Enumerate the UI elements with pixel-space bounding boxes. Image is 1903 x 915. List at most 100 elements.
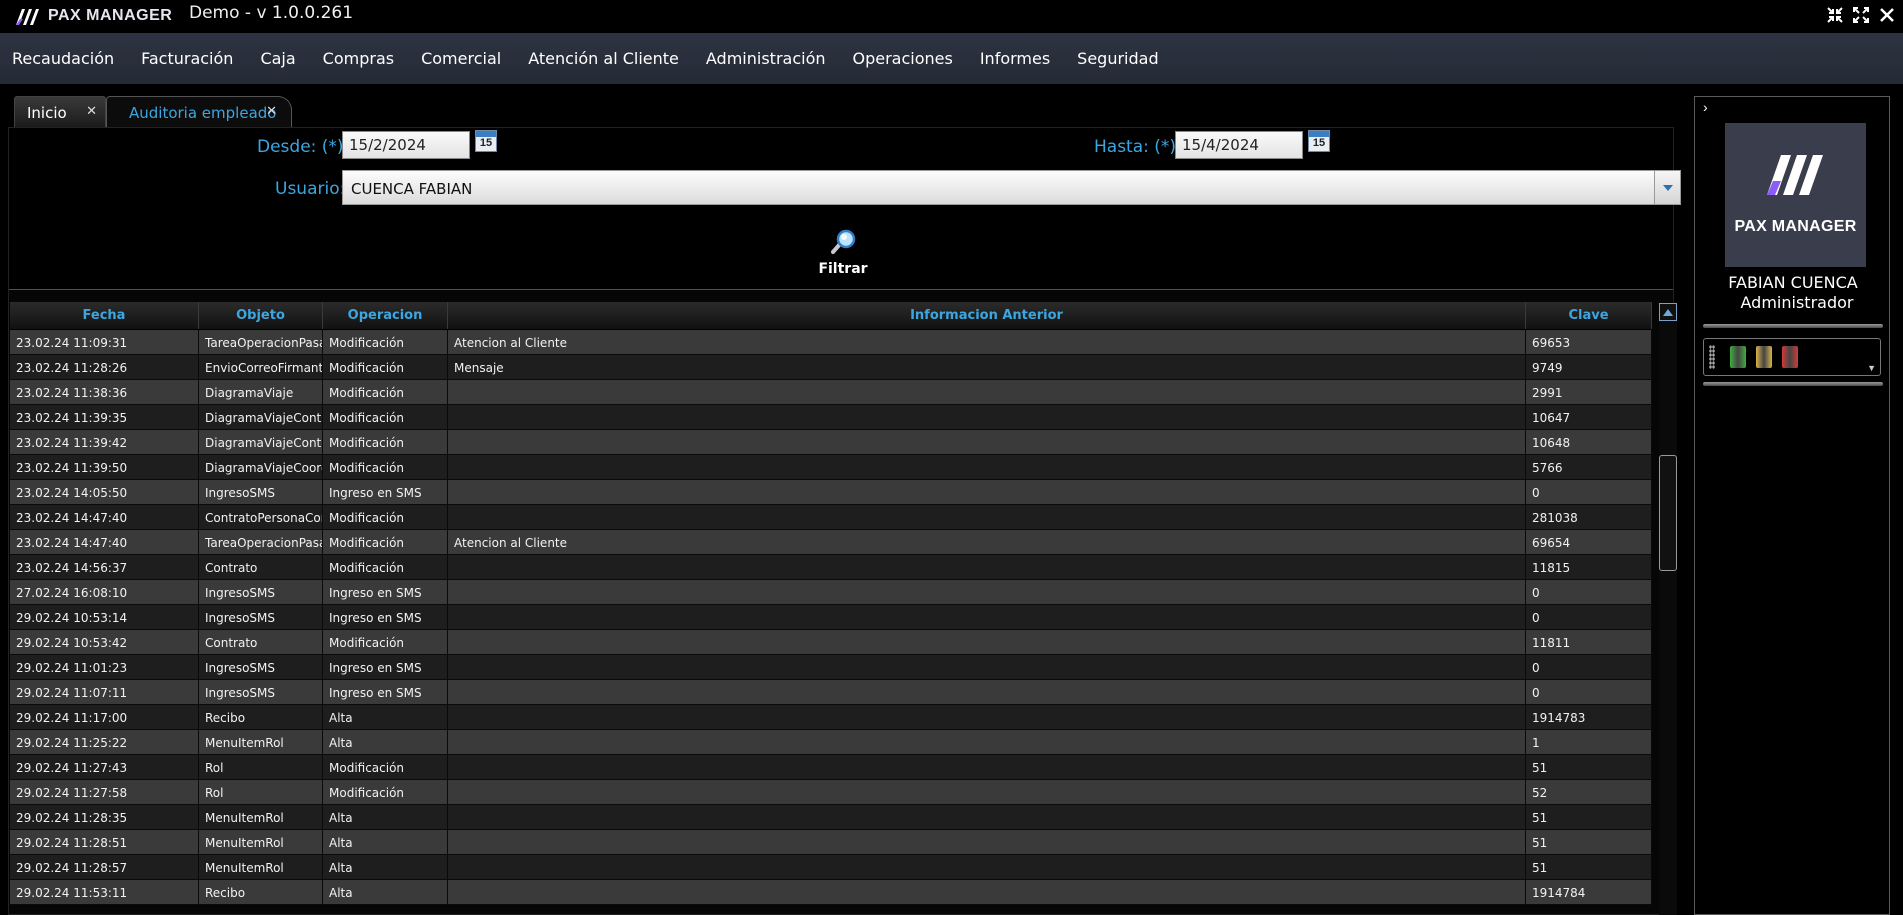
- calendar-icon[interactable]: 15: [475, 130, 497, 152]
- chevron-right-icon[interactable]: ›: [1703, 99, 1708, 115]
- cell-objeto: MenuItemRol: [199, 730, 323, 754]
- column-header-informacion-anterior[interactable]: Informacion Anterior: [448, 302, 1526, 329]
- table-row[interactable]: 29.02.24 11:28:35 MenuItemRol Alta 51: [10, 805, 1652, 830]
- chevron-down-icon[interactable]: [1654, 171, 1680, 204]
- expand-icon[interactable]: [1851, 4, 1871, 26]
- table-row[interactable]: 29.02.24 11:17:00 Recibo Alta 1914783: [10, 705, 1652, 730]
- menu-facturacion[interactable]: Facturación: [141, 49, 233, 68]
- cell-informacion-anterior: [448, 780, 1526, 804]
- table-row[interactable]: 29.02.24 11:28:51 MenuItemRol Alta 51: [10, 830, 1652, 855]
- cell-informacion-anterior: [448, 505, 1526, 529]
- cell-objeto: IngresoSMS: [199, 480, 323, 504]
- column-header-objeto[interactable]: Objeto: [199, 302, 323, 329]
- cell-clave: 51: [1526, 855, 1652, 879]
- usuario-select[interactable]: CUENCA FABIAN: [342, 170, 1681, 205]
- table-row[interactable]: 29.02.24 11:28:57 MenuItemRol Alta 51: [10, 855, 1652, 880]
- filtrar-label: Filtrar: [818, 261, 868, 277]
- cell-operacion: Ingreso en SMS: [323, 680, 448, 704]
- hasta-date-input[interactable]: 15/4/2024: [1175, 131, 1303, 159]
- cell-fecha: 23.02.24 11:39:35: [10, 405, 199, 429]
- table-row[interactable]: 23.02.24 14:47:40 ContratoPersonaCor Modif…: [10, 505, 1652, 530]
- cell-clave: 11815: [1526, 555, 1652, 579]
- cell-objeto: Rol: [199, 755, 323, 779]
- column-header-operacion[interactable]: Operacion: [323, 302, 448, 329]
- filtrar-button[interactable]: Filtrar: [813, 228, 873, 277]
- close-icon[interactable]: ✕: [86, 104, 97, 119]
- cell-operacion: Alta: [323, 730, 448, 754]
- cell-informacion-anterior: [448, 380, 1526, 404]
- cell-operacion: Modificación: [323, 505, 448, 529]
- table-row[interactable]: 29.02.24 11:07:11 IngresoSMS Ingreso en SM…: [10, 680, 1652, 705]
- pax-logo-icon: [16, 9, 39, 25]
- cell-clave: 281038: [1526, 505, 1652, 529]
- table-row[interactable]: 23.02.24 14:56:37 Contrato Modificación 118…: [10, 555, 1652, 580]
- vertical-scrollbar[interactable]: [1659, 303, 1677, 915]
- cell-clave: 10648: [1526, 430, 1652, 454]
- cell-fecha: 29.02.24 11:07:11: [10, 680, 199, 704]
- cell-informacion-anterior: [448, 605, 1526, 629]
- menu-caja[interactable]: Caja: [260, 49, 295, 68]
- cell-fecha: 23.02.24 14:56:37: [10, 555, 199, 579]
- table-row[interactable]: 23.02.24 11:28:26 EnvioCorreoFirmant Modif…: [10, 355, 1652, 380]
- document-tabs: Inicio ✕ Auditoria empleado ✕: [14, 96, 292, 128]
- tab-label: Inicio: [27, 103, 67, 122]
- table-row[interactable]: 29.02.24 11:27:43 Rol Modificación 51: [10, 755, 1652, 780]
- chevron-down-icon[interactable]: ▼: [1867, 363, 1876, 373]
- close-icon[interactable]: ✕: [266, 104, 277, 119]
- table-row[interactable]: 29.02.24 11:53:11 Recibo Alta 1914784: [10, 880, 1652, 905]
- cell-informacion-anterior: [448, 755, 1526, 779]
- collapse-icon[interactable]: [1825, 4, 1845, 26]
- menu-administracion[interactable]: Administración: [706, 49, 826, 68]
- table-row[interactable]: 29.02.24 11:01:23 IngresoSMS Ingreso en SM…: [10, 655, 1652, 680]
- cell-fecha: 29.02.24 11:28:57: [10, 855, 199, 879]
- usuario-value: CUENCA FABIAN: [351, 180, 473, 198]
- column-header-clave[interactable]: Clave: [1526, 302, 1652, 329]
- menu-informes[interactable]: Informes: [980, 49, 1050, 68]
- table-row[interactable]: 23.02.24 11:39:42 DiagramaViajeContr Modif…: [10, 430, 1652, 455]
- yellow-book-icon[interactable]: [1756, 346, 1772, 368]
- menu-comercial[interactable]: Comercial: [421, 49, 501, 68]
- cell-fecha: 29.02.24 11:25:22: [10, 730, 199, 754]
- table-row[interactable]: 23.02.24 14:47:40 TareaOperacionPasa Modif…: [10, 530, 1652, 555]
- table-row[interactable]: 29.02.24 10:53:42 Contrato Modificación 118…: [10, 630, 1652, 655]
- table-row[interactable]: 23.02.24 11:39:50 DiagramaViajeCoord Modif…: [10, 455, 1652, 480]
- tab-auditoria-empleado[interactable]: Auditoria empleado ✕: [106, 96, 292, 128]
- scroll-thumb[interactable]: [1659, 455, 1677, 571]
- table-row[interactable]: 23.02.24 14:05:50 IngresoSMS Ingreso en SM…: [10, 480, 1652, 505]
- table-row[interactable]: 29.02.24 11:25:22 MenuItemRol Alta 1: [10, 730, 1652, 755]
- table-row[interactable]: 23.02.24 11:09:31 TareaOperacionPasa Modif…: [10, 330, 1652, 355]
- table-row[interactable]: 29.02.24 11:27:58 Rol Modificación 52: [10, 780, 1652, 805]
- cell-objeto: ContratoPersonaCor: [199, 505, 323, 529]
- column-header-fecha[interactable]: Fecha: [10, 302, 199, 329]
- table-row[interactable]: 27.02.24 16:08:10 IngresoSMS Ingreso en SM…: [10, 580, 1652, 605]
- tab-inicio[interactable]: Inicio ✕: [14, 96, 106, 128]
- calendar-icon[interactable]: 15: [1308, 130, 1330, 152]
- cell-operacion: Modificación: [323, 380, 448, 404]
- tab-label: Auditoria empleado: [129, 103, 277, 122]
- menu-recaudacion[interactable]: Recaudación: [12, 49, 114, 68]
- cell-clave: 69653: [1526, 330, 1652, 354]
- scroll-up-icon[interactable]: [1659, 303, 1677, 321]
- table-body: 23.02.24 11:09:31 TareaOperacionPasa Modif…: [10, 330, 1652, 905]
- user-panel: › PAX MANAGER FABIAN CUENCA Administrado…: [1694, 96, 1890, 915]
- menu-compras[interactable]: Compras: [323, 49, 394, 68]
- cell-objeto: IngresoSMS: [199, 580, 323, 604]
- avatar-logo-text: PAX MANAGER: [1734, 218, 1857, 235]
- cell-fecha: 23.02.24 14:47:40: [10, 505, 199, 529]
- close-icon[interactable]: [1877, 4, 1897, 26]
- menu-atencion-cliente[interactable]: Atención al Cliente: [528, 49, 679, 68]
- menu-operaciones[interactable]: Operaciones: [853, 49, 953, 68]
- menu-seguridad[interactable]: Seguridad: [1077, 49, 1158, 68]
- user-name: FABIAN CUENCA: [1728, 273, 1858, 292]
- table-row[interactable]: 29.02.24 10:53:14 IngresoSMS Ingreso en SM…: [10, 605, 1652, 630]
- table-row[interactable]: 23.02.24 11:39:35 DiagramaViajeContr Modif…: [10, 405, 1652, 430]
- cell-informacion-anterior: [448, 855, 1526, 879]
- quick-tools: ▼: [1703, 338, 1881, 376]
- drag-handle-icon[interactable]: [1709, 345, 1715, 369]
- desde-date-input[interactable]: 15/2/2024: [342, 131, 470, 159]
- red-book-icon[interactable]: [1782, 346, 1798, 368]
- hasta-label: Hasta: (*): [1094, 137, 1177, 157]
- cell-clave: 69654: [1526, 530, 1652, 554]
- green-book-icon[interactable]: [1730, 346, 1746, 368]
- table-row[interactable]: 23.02.24 11:38:36 DiagramaViaje Modificaci…: [10, 380, 1652, 405]
